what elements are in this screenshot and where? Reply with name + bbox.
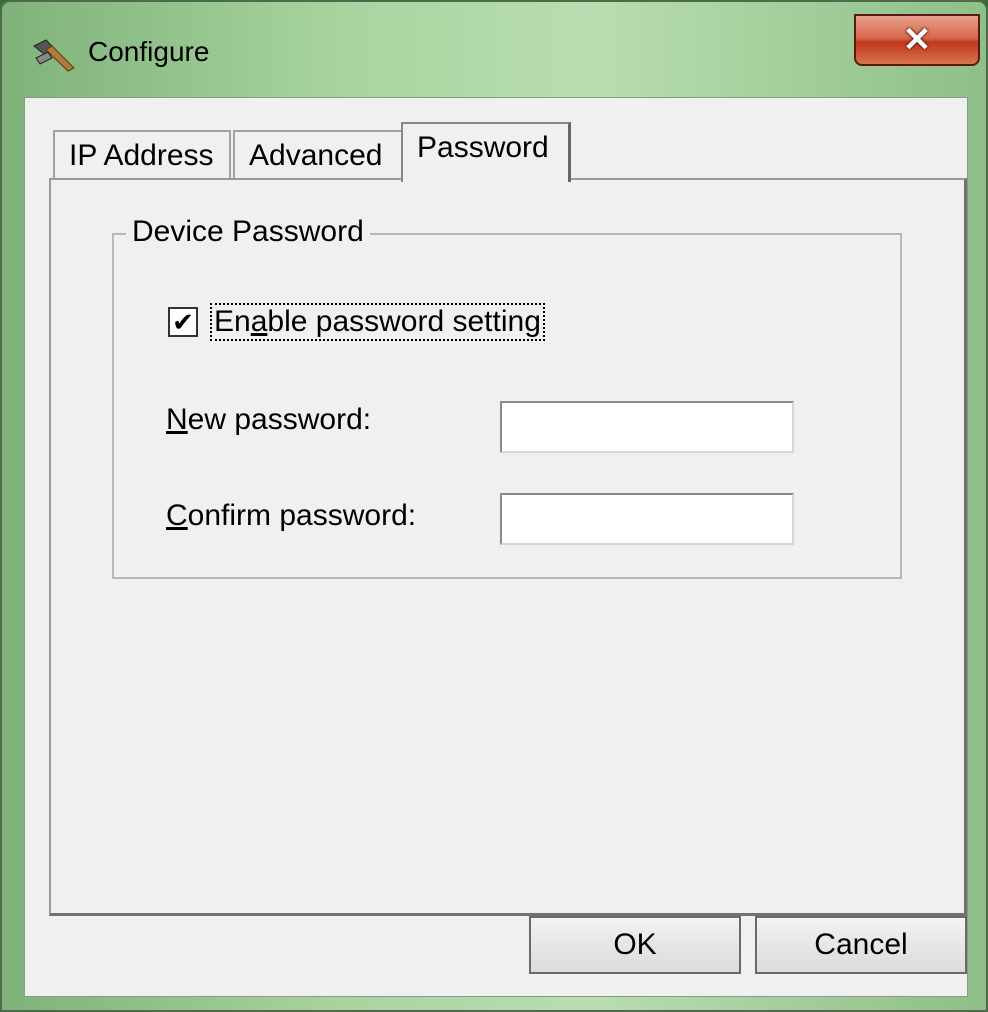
device-password-group: Device Password ✔ Enable password settin… <box>112 215 902 579</box>
enable-password-checkbox[interactable]: ✔ <box>168 307 198 337</box>
new-password-field[interactable] <box>500 401 794 453</box>
close-icon: ✕ <box>902 21 932 59</box>
tab-advanced[interactable]: Advanced <box>233 130 405 180</box>
tab-ip-address[interactable]: IP Address <box>53 130 231 180</box>
password-tab-panel: Device Password ✔ Enable password settin… <box>49 178 967 916</box>
dialog-client-area: IP Address Advanced Password Device Pass… <box>24 97 968 997</box>
confirm-password-field[interactable] <box>500 493 794 545</box>
confirm-password-label: Confirm password: <box>166 499 417 532</box>
new-password-label: New password: <box>166 403 372 436</box>
close-button[interactable]: ✕ <box>854 14 980 66</box>
checkmark-icon: ✔ <box>172 307 194 337</box>
enable-password-label: Enable password setting <box>210 303 545 341</box>
tab-password[interactable]: Password <box>401 122 571 182</box>
hammer-icon <box>33 39 75 72</box>
ok-button[interactable]: OK <box>529 916 741 974</box>
window-title: Configure <box>88 36 210 67</box>
group-title: Device Password <box>126 215 370 249</box>
cancel-button[interactable]: Cancel <box>755 916 967 974</box>
enable-password-checkbox-row[interactable]: ✔ Enable password setting <box>168 303 545 341</box>
configure-dialog: Configure ✕ IP Address Advanced Password… <box>0 0 988 1012</box>
title-bar[interactable]: Configure ✕ <box>2 2 986 94</box>
